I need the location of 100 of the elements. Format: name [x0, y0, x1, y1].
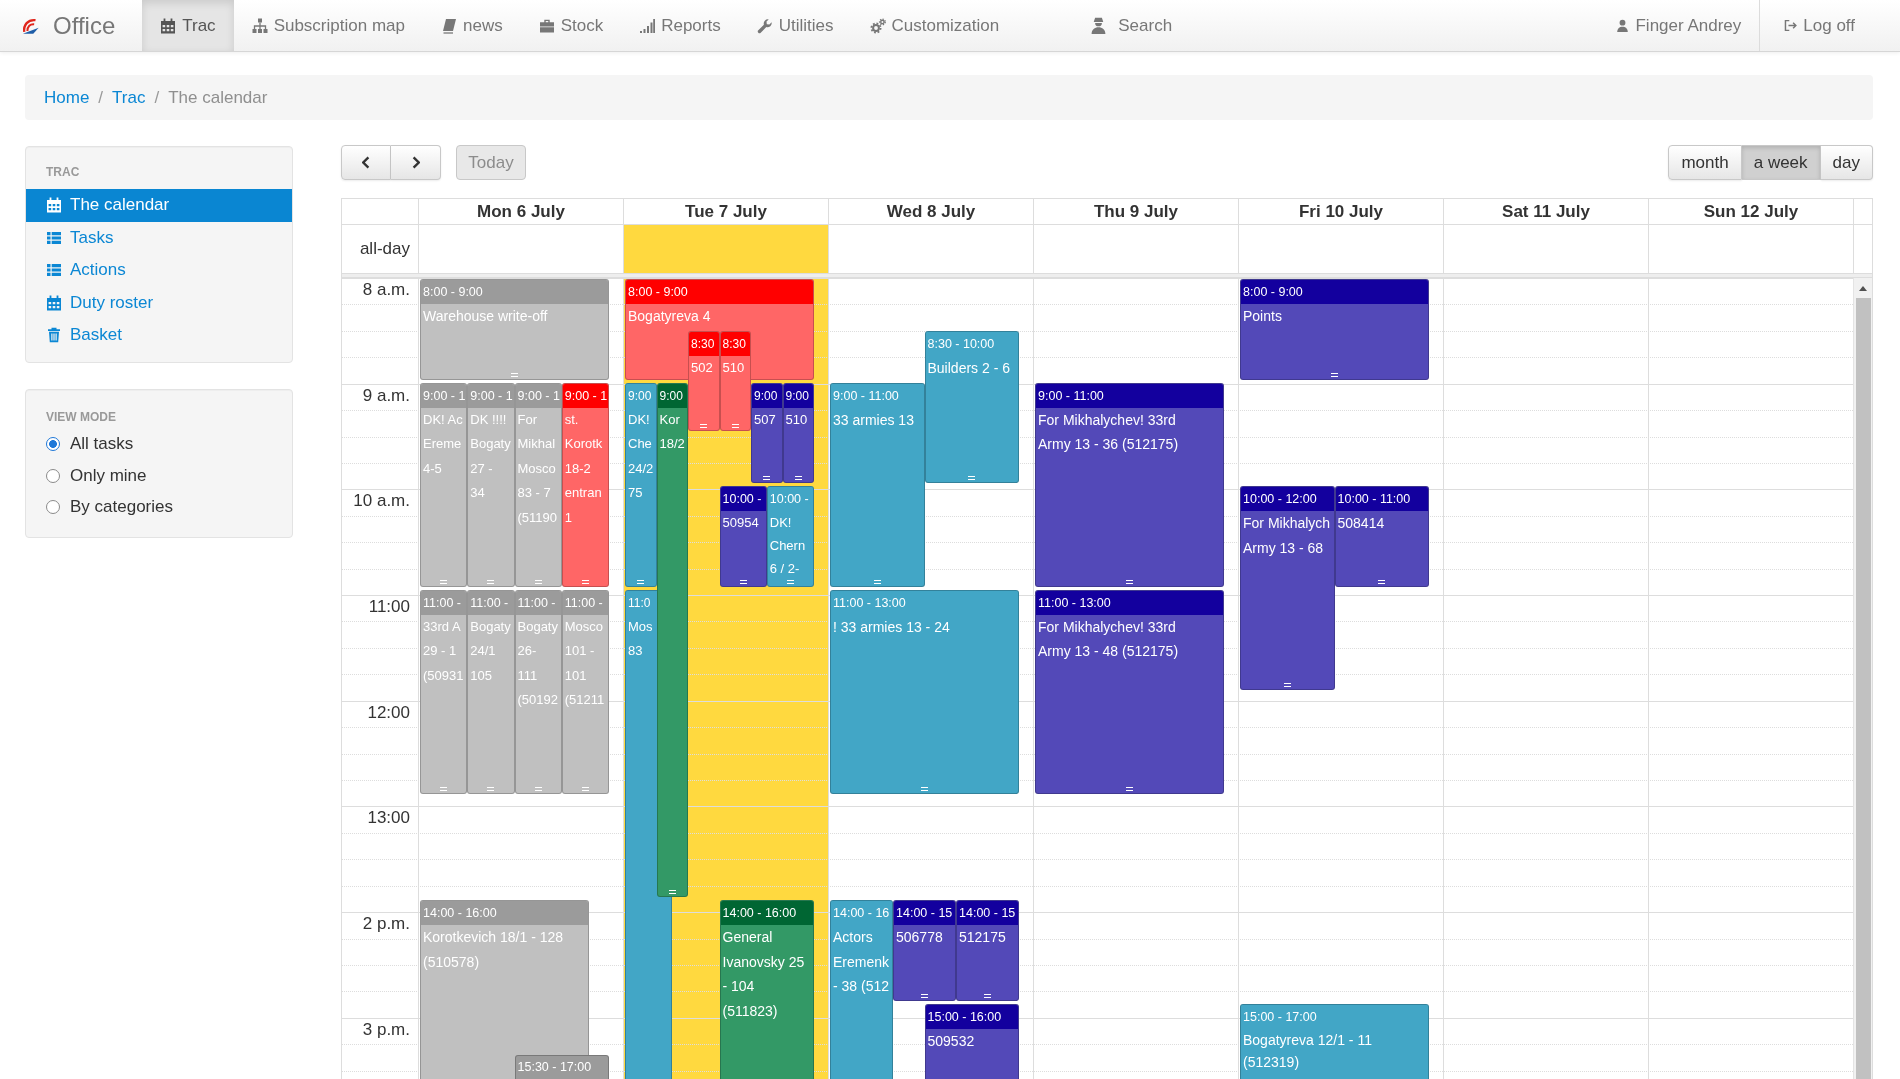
event-title: Bogaty 24/1 105: [469, 617, 512, 685]
radio-button[interactable]: [46, 468, 60, 483]
nav-tab[interactable]: news: [422, 0, 521, 51]
book-icon: [440, 17, 457, 34]
scrollbar[interactable]: [1853, 278, 1872, 1079]
calendar-event[interactable]: 14:00 - 15 506778: [893, 900, 956, 1001]
event-title: 509532: [926, 1031, 976, 1051]
view-mode-option[interactable]: By categories: [26, 491, 292, 523]
nav-tab[interactable]: Trac: [142, 0, 234, 51]
event-title: Bogatyreva 4: [627, 307, 712, 326]
sidebar-item[interactable]: Actions: [26, 254, 292, 287]
resize-handle-icon: [1331, 372, 1338, 377]
breadcrumb-link[interactable]: Trac: [112, 87, 146, 108]
event-title: For Mikhal Mosco 83 - 7 (51190: [516, 410, 558, 527]
breadcrumb-link[interactable]: Home: [44, 87, 90, 108]
all-day-label: all-day: [358, 238, 411, 260]
nav-tab[interactable]: Customization: [851, 0, 1018, 51]
resize-handle-icon: [637, 579, 645, 584]
event-time: 8:00 - 9:00: [1241, 280, 1428, 304]
sidebar-item[interactable]: Basket: [26, 319, 292, 352]
calendar-event[interactable]: 15:00 - 17:00 Bogatyreva 12/1 - 11 (512319): [1240, 1003, 1429, 1079]
calendar-event[interactable]: 10:00 - 11:00 508414: [1334, 486, 1429, 587]
next-button[interactable]: [391, 145, 441, 180]
calendar-event[interactable]: 11:00 - Mosco 101 - 101 (51211: [561, 589, 609, 794]
resize-handle-icon: [786, 579, 794, 584]
event-title: 512175: [958, 928, 1007, 947]
event-title: Warehouse write-off: [422, 307, 549, 326]
panel-heading: TRAC: [45, 164, 81, 181]
event-time: 8:00 - 9:00: [626, 280, 813, 304]
time-label: 3 p.m.: [362, 1018, 411, 1040]
time-label: 8 a.m.: [362, 279, 411, 300]
calendar-event[interactable]: 9:00 - 11:00 For Mikhalychev! 33rd Army 13 - 36 (512175): [1035, 382, 1224, 587]
nav-tab[interactable]: Stock: [520, 0, 622, 51]
resize-handle-icon: [873, 579, 881, 584]
event-time: 9:00: [752, 383, 782, 408]
event-title: 506778: [895, 928, 944, 947]
calendar-event[interactable]: 8:30 - 10:00 Builders 2 - 6: [924, 330, 1019, 483]
scroll-up-icon[interactable]: [1859, 286, 1867, 291]
calendar-event[interactable]: 10:00 - 12:00 For Mikhalych Army 13 - 68: [1240, 486, 1335, 690]
calendar-event[interactable]: 8:00 - 9:00 Warehouse write-off: [420, 279, 609, 380]
resize-handle-icon: [984, 993, 991, 998]
gears-icon: [869, 17, 886, 34]
event-title: For Mikhalychev! 33rd Army 13 - 36 (512175): [1037, 410, 1180, 454]
event-time: 14:00 - 15: [957, 901, 1018, 925]
calendar-event[interactable]: 9:00 DK! Che 24/2 75: [625, 382, 657, 587]
time-label: 12:00: [367, 701, 411, 723]
view-button[interactable]: month: [1668, 145, 1742, 180]
nav-tab[interactable]: Utilities: [738, 0, 852, 51]
calendar-icon: [160, 17, 177, 34]
view-mode-option[interactable]: All tasks: [26, 428, 292, 460]
view-button[interactable]: day: [1820, 145, 1873, 180]
search-link[interactable]: Search: [1072, 0, 1191, 51]
calendar-event[interactable]: 9:00 - 1 DK !!!! Bogaty 27 - 34: [467, 382, 515, 587]
sidebar-item[interactable]: Tasks: [26, 221, 292, 254]
scrollbar-thumb[interactable]: [1855, 298, 1871, 1079]
sitemap-icon: [251, 17, 268, 34]
view-button[interactable]: a week: [1741, 145, 1821, 180]
chevron-left-icon: [362, 156, 370, 169]
calendar-event[interactable]: 11:00 - 33rd A 29 - 1 (50931: [420, 589, 468, 794]
calendar-event[interactable]: 8:00 - 9:00 Points: [1240, 279, 1429, 380]
calendar-event[interactable]: 15:30 - 17:00: [514, 1055, 609, 1079]
user-link[interactable]: Finger Andrey: [1598, 0, 1760, 51]
calendar-event[interactable]: 9:00 - 1 DK! Ac Ereme 4-5: [420, 382, 468, 587]
event-time: 11:00 -: [515, 590, 561, 615]
logout-link[interactable]: Log off: [1759, 0, 1873, 51]
breadcrumb-separator: /: [97, 87, 105, 108]
resize-handle-icon: [921, 786, 928, 791]
list-icon: [46, 262, 62, 279]
calendar-event[interactable]: 15:00 - 16:00 509532: [924, 1003, 1019, 1079]
calendar-event[interactable]: 10:00 - 50954: [719, 486, 767, 587]
radio-button[interactable]: [46, 500, 60, 515]
calendar-event[interactable]: 9:00 - 1 For Mikhal Mosco 83 - 7 (51190: [514, 382, 562, 587]
sidebar-item[interactable]: Duty roster: [26, 286, 292, 319]
resize-handle-icon: [581, 786, 589, 791]
calendar-event[interactable]: 14:00 - 16:00 General Ivanovsky 25 - 104 (511823): [719, 900, 814, 1079]
view-mode-option[interactable]: Only mine: [26, 460, 292, 492]
calendar-event[interactable]: 9:00 - 11:00 33 armies 13: [830, 382, 925, 587]
calendar-event[interactable]: 11:00 - 13:00 For Mikhalychev! 33rd Army 13 - 48 (512175): [1035, 589, 1224, 794]
calendar-event[interactable]: 9:00 507: [751, 382, 783, 483]
nav-tab[interactable]: Reports: [621, 0, 739, 51]
calendar-event[interactable]: 11:00 - 13:00 ! 33 armies 13 - 24: [830, 589, 1019, 794]
nav-tab[interactable]: Subscription map: [233, 0, 423, 51]
calendar-event[interactable]: 10:00 - DK! Chern 6 / 2-: [766, 486, 814, 587]
calendar-event[interactable]: 8:30 502: [688, 330, 720, 432]
previous-button[interactable]: [341, 145, 391, 180]
calendar-event[interactable]: 11:00 - Bogaty 24/1 105: [467, 589, 515, 794]
calendar-event[interactable]: 8:30 510: [719, 330, 751, 432]
event-title: 50954: [721, 514, 760, 532]
event-title: 33 armies 13: [832, 410, 915, 430]
calendar-event[interactable]: 9:00 Kor 18/2: [656, 382, 688, 897]
calendar-event[interactable]: 9:00 510: [782, 382, 814, 483]
event-title: 502: [690, 358, 714, 377]
calendar-event[interactable]: 11:00 - Bogaty 26- 111 (50192: [514, 589, 562, 794]
calendar-event[interactable]: 9:00 - 1 st. Korotk 18-2 entran 1: [561, 382, 609, 587]
radio-button[interactable]: [46, 437, 60, 452]
calendar-event[interactable]: 14:00 - 16 Actors Eremenk - 38 (512: [830, 900, 893, 1079]
event-title: Bogatyreva 12/1 - 11 (512319): [1242, 1030, 1373, 1072]
calendar-event[interactable]: 14:00 - 15 512175: [956, 900, 1019, 1001]
brand-link[interactable]: Office: [22, 0, 143, 51]
sidebar-item[interactable]: The calendar: [26, 189, 292, 222]
